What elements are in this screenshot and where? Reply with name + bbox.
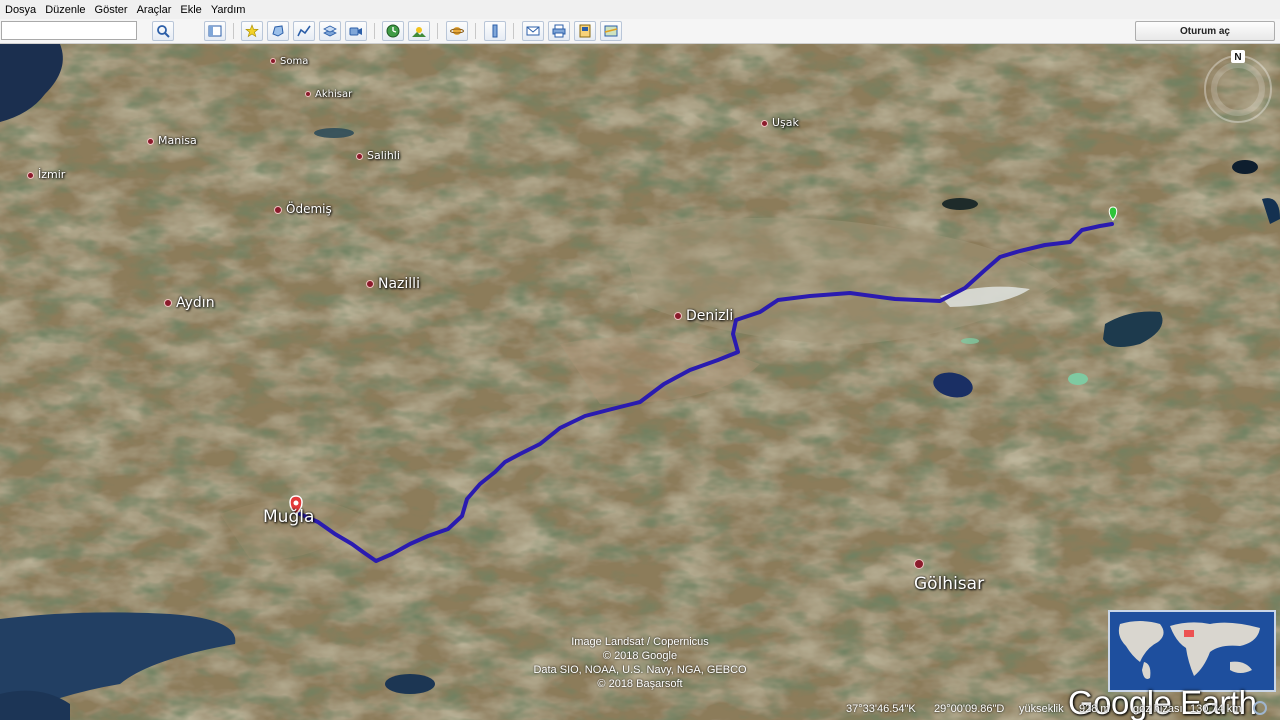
sidebar-button[interactable] xyxy=(204,21,226,41)
overlay-icon xyxy=(323,25,337,37)
place-label[interactable]: Uşak xyxy=(761,116,799,129)
menu-add[interactable]: Ekle xyxy=(175,4,205,16)
place-marker-icon xyxy=(366,280,374,288)
place-marker-icon xyxy=(761,119,768,127)
ruler-icon xyxy=(492,24,498,38)
place-marker-icon xyxy=(27,171,34,179)
record-tour-button[interactable] xyxy=(345,21,367,41)
place-marker-icon xyxy=(305,91,311,97)
add-path-button[interactable] xyxy=(293,21,315,41)
longitude-readout: 29°00'09.86"D xyxy=(934,703,1005,715)
attribution: Image Landsat / Copernicus © 2018 Google… xyxy=(520,635,760,691)
place-marker-icon xyxy=(274,205,282,214)
place-label[interactable]: Gölhisar xyxy=(914,554,984,594)
polygon-icon xyxy=(272,25,284,37)
path-icon xyxy=(297,25,311,37)
email-button[interactable] xyxy=(522,21,544,41)
add-overlay-button[interactable] xyxy=(319,21,341,41)
save-image-icon xyxy=(579,24,591,38)
overview-map[interactable] xyxy=(1108,610,1276,692)
latitude-readout: 37°33'46.54"K xyxy=(846,703,916,715)
sign-in-button[interactable]: Oturum aç xyxy=(1135,21,1275,41)
elevation-label: yükseklik xyxy=(1019,703,1064,715)
eye-altitude-value: 130.74 km xyxy=(1190,703,1242,715)
search-input[interactable] xyxy=(1,21,137,40)
menu-bar: Dosya Düzenle Göster Araçlar Ekle Yardım xyxy=(0,0,1280,19)
placemark-icon xyxy=(245,24,259,38)
world-map-icon xyxy=(1110,612,1274,690)
place-marker-icon xyxy=(674,312,682,320)
place-marker-icon xyxy=(270,58,276,64)
place-label[interactable]: Salihli xyxy=(356,149,400,162)
status-bar: 37°33'46.54"K 29°00'09.86"D yükseklik 92… xyxy=(0,698,1280,720)
compass-north-label: N xyxy=(1234,52,1241,63)
historical-imagery-icon xyxy=(386,24,400,38)
print-button[interactable] xyxy=(548,21,570,41)
menu-view[interactable]: Göster xyxy=(90,4,132,16)
email-icon xyxy=(526,26,540,36)
status-globe-icon[interactable] xyxy=(1253,701,1267,715)
add-polygon-button[interactable] xyxy=(267,21,289,41)
search-button[interactable] xyxy=(152,21,174,41)
toolbar-separator xyxy=(475,23,476,39)
place-label[interactable]: Manisa xyxy=(147,134,197,147)
print-icon xyxy=(552,24,566,38)
place-label[interactable]: Denizli xyxy=(674,308,733,324)
search-icon xyxy=(157,25,170,38)
place-label[interactable]: Aydın xyxy=(164,295,215,311)
attribution-line: © 2018 Başarsoft xyxy=(597,678,683,690)
toolbar-separator xyxy=(437,23,438,39)
add-placemark-button[interactable] xyxy=(241,21,263,41)
view-in-maps-button[interactable] xyxy=(600,21,622,41)
place-marker-icon xyxy=(914,559,924,569)
menu-file[interactable]: Dosya xyxy=(0,4,40,16)
planets-icon xyxy=(450,27,464,35)
ruler-button[interactable] xyxy=(484,21,506,41)
toolbar-separator xyxy=(513,23,514,39)
attribution-line: © 2018 Google xyxy=(602,650,678,662)
tour-icon xyxy=(349,27,362,36)
menu-tools[interactable]: Araçlar xyxy=(132,4,176,16)
sunlight-button[interactable] xyxy=(408,21,430,41)
place-label[interactable]: Muğla xyxy=(263,507,314,527)
menu-edit[interactable]: Düzenle xyxy=(40,4,89,16)
historical-imagery-button[interactable] xyxy=(382,21,404,41)
compass-icon[interactable]: N xyxy=(1200,49,1276,125)
sunlight-icon xyxy=(412,27,426,37)
place-label[interactable]: Nazilli xyxy=(366,276,420,292)
place-marker-icon xyxy=(164,299,172,307)
place-marker-icon xyxy=(147,137,154,145)
save-image-button[interactable] xyxy=(574,21,596,41)
attribution-line: Data SIO, NOAA, U.S. Navy, NGA, GEBCO xyxy=(533,664,747,676)
place-label[interactable]: Akhisar xyxy=(305,89,352,100)
place-label[interactable]: İzmir xyxy=(27,168,65,181)
place-marker-icon xyxy=(356,152,363,160)
planets-button[interactable] xyxy=(446,21,468,41)
toolbar-separator xyxy=(233,23,234,39)
attribution-line: Image Landsat / Copernicus xyxy=(571,636,709,648)
place-label[interactable]: Ödemiş xyxy=(274,202,332,216)
sidebar-icon xyxy=(208,25,222,37)
menu-help[interactable]: Yardım xyxy=(206,4,250,16)
place-label[interactable]: Soma xyxy=(270,56,308,67)
map-view[interactable]: Soma Akhisar Manisa Salihli Uşak İzmir Ö… xyxy=(0,44,1280,720)
maps-icon xyxy=(604,25,618,37)
elevation-value: 928 m xyxy=(1079,703,1110,715)
toolbar: Oturum aç xyxy=(0,19,1280,44)
eye-altitude-label: göz hizası xyxy=(1133,703,1183,715)
toolbar-separator xyxy=(374,23,375,39)
